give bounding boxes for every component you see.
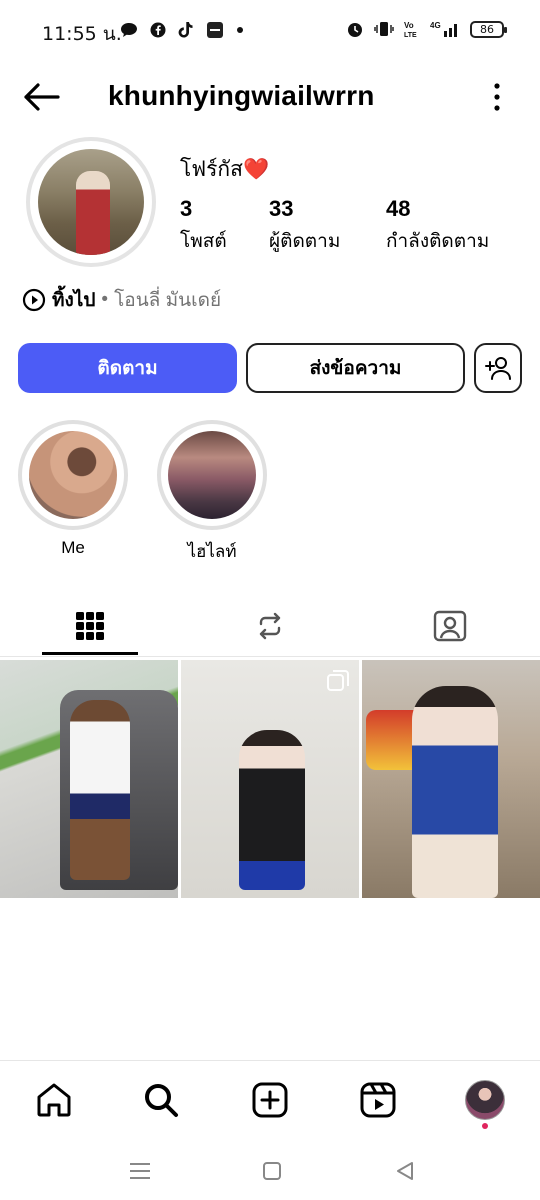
message-button[interactable]: ส่งข้อความ xyxy=(246,343,465,393)
post-thumbnail[interactable] xyxy=(362,660,540,898)
status-bar: 11:55 น. Vo LTE 4G 86 xyxy=(0,0,540,62)
posts-count: 3 xyxy=(180,196,193,221)
menu-lines-icon xyxy=(130,1163,150,1179)
status-notification-icons xyxy=(120,21,244,39)
bottom-navigation xyxy=(0,1060,540,1140)
repost-icon xyxy=(259,612,281,640)
following-label: กำลังติดตาม xyxy=(386,231,490,252)
post-thumbnail[interactable] xyxy=(181,660,359,898)
system-navigation-bar xyxy=(0,1140,540,1200)
note-subtitle: โอนลี่ มันเดย์ xyxy=(114,290,222,311)
tab-posts-grid[interactable] xyxy=(0,595,180,657)
highlight-me[interactable]: Me xyxy=(18,420,128,558)
highlight-cover-second xyxy=(168,431,256,519)
svg-text:Vo: Vo xyxy=(404,21,414,30)
profile-tabs xyxy=(0,595,540,657)
active-tab-indicator xyxy=(42,652,138,655)
profile-header: khunhyingwiailwrrn xyxy=(0,70,540,124)
more-options-button[interactable] xyxy=(492,82,502,112)
svg-text:LTE: LTE xyxy=(404,32,417,38)
grid-icon xyxy=(76,612,104,640)
profile-note[interactable]: ทิ้งไป • โอนลี่ มันเดย์ xyxy=(22,285,221,315)
stat-followers[interactable]: 33 ผู้ติดตาม xyxy=(269,196,340,256)
post-person xyxy=(70,700,130,880)
tagged-icon xyxy=(433,610,467,642)
post-person xyxy=(412,686,498,898)
highlight-label-me: Me xyxy=(61,538,85,557)
home-system-button[interactable] xyxy=(257,1156,287,1186)
alarm-icon xyxy=(348,23,362,37)
profile-avatar-small xyxy=(465,1080,505,1120)
profile-photo xyxy=(38,149,144,255)
tab-reposts[interactable] xyxy=(180,595,360,657)
back-button[interactable] xyxy=(22,80,62,114)
recents-button[interactable] xyxy=(125,1156,155,1186)
status-time: 11:55 น. xyxy=(42,23,122,45)
profile-username: khunhyingwiailwrrn xyxy=(108,80,375,111)
back-arrow-icon xyxy=(24,83,60,111)
posts-grid xyxy=(0,660,540,898)
followers-count: 33 xyxy=(269,196,294,221)
back-system-button[interactable] xyxy=(390,1156,420,1186)
reels-icon xyxy=(360,1082,396,1118)
square-icon xyxy=(263,1162,281,1180)
play-circle-icon xyxy=(22,288,46,312)
highlight-second[interactable]: ไฮไลท์ xyxy=(157,420,267,565)
followers-label: ผู้ติดตาม xyxy=(269,231,341,252)
suggest-users-button[interactable] xyxy=(474,343,522,393)
highlight-cover-me xyxy=(29,431,117,519)
highlight-ring xyxy=(157,420,267,530)
facebook-icon xyxy=(150,22,166,38)
post-person xyxy=(239,730,305,890)
nav-home[interactable] xyxy=(33,1079,75,1121)
stat-following[interactable]: 48 กำลังติดตาม xyxy=(386,196,489,256)
triangle-back-icon xyxy=(397,1162,413,1180)
signal-4g-icon: 4G xyxy=(430,21,457,37)
nav-profile[interactable] xyxy=(464,1079,506,1129)
nav-search[interactable] xyxy=(140,1079,182,1121)
nav-create[interactable] xyxy=(249,1079,291,1121)
battery-indicator: 86 xyxy=(470,20,507,38)
note-title: ทิ้งไป xyxy=(52,290,96,311)
search-icon xyxy=(145,1084,178,1117)
highlight-label-second: ไฮไลท์ xyxy=(187,542,237,561)
profile-photo-figure xyxy=(76,171,110,255)
app-notification-icon xyxy=(207,22,223,38)
svg-text:4G: 4G xyxy=(430,21,441,30)
profile-display-name: โฟร์กัส❤️ xyxy=(180,158,270,181)
status-system-icons: Vo LTE 4G 86 xyxy=(346,20,507,38)
tiktok-icon xyxy=(178,22,193,38)
highlight-ring xyxy=(18,420,128,530)
more-vertical-icon xyxy=(494,83,500,111)
add-person-icon xyxy=(485,357,511,380)
following-count: 48 xyxy=(386,196,411,221)
volte-icon: Vo LTE xyxy=(404,21,417,38)
carousel-icon xyxy=(327,670,349,691)
more-notifications-dot-icon xyxy=(237,27,243,33)
post-thumbnail[interactable] xyxy=(0,660,178,898)
follow-button[interactable]: ติดตาม xyxy=(18,343,237,393)
stat-posts[interactable]: 3 โพสต์ xyxy=(180,196,227,256)
home-icon xyxy=(37,1083,71,1117)
chat-bubble-icon xyxy=(121,23,137,37)
create-icon xyxy=(252,1082,288,1118)
vibrate-icon xyxy=(374,22,394,36)
tab-tagged[interactable] xyxy=(360,595,540,657)
profile-avatar[interactable] xyxy=(26,137,156,267)
notification-dot xyxy=(482,1123,488,1129)
nav-reels[interactable] xyxy=(357,1079,399,1121)
note-separator: • xyxy=(101,289,109,310)
posts-label: โพสต์ xyxy=(180,231,227,252)
